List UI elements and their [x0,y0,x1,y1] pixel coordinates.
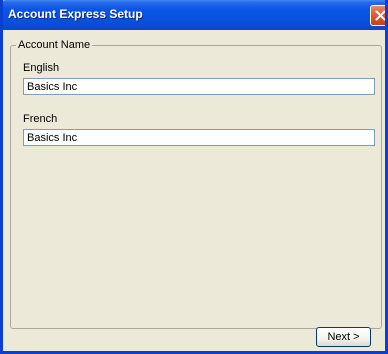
french-label: French [23,113,58,125]
close-icon [375,10,385,21]
setup-window: Account Express Setup Account Name Engli… [0,0,388,354]
french-name-input[interactable] [23,129,375,146]
account-name-legend: Account Name [16,39,93,51]
close-button[interactable] [370,5,385,26]
english-name-input[interactable] [23,78,375,95]
window-title: Account Express Setup [8,7,143,21]
title-bar[interactable]: Account Express Setup [3,0,385,30]
account-name-group: Account Name English French [10,39,382,329]
next-button[interactable]: Next > [316,327,371,347]
english-label: English [23,62,60,74]
